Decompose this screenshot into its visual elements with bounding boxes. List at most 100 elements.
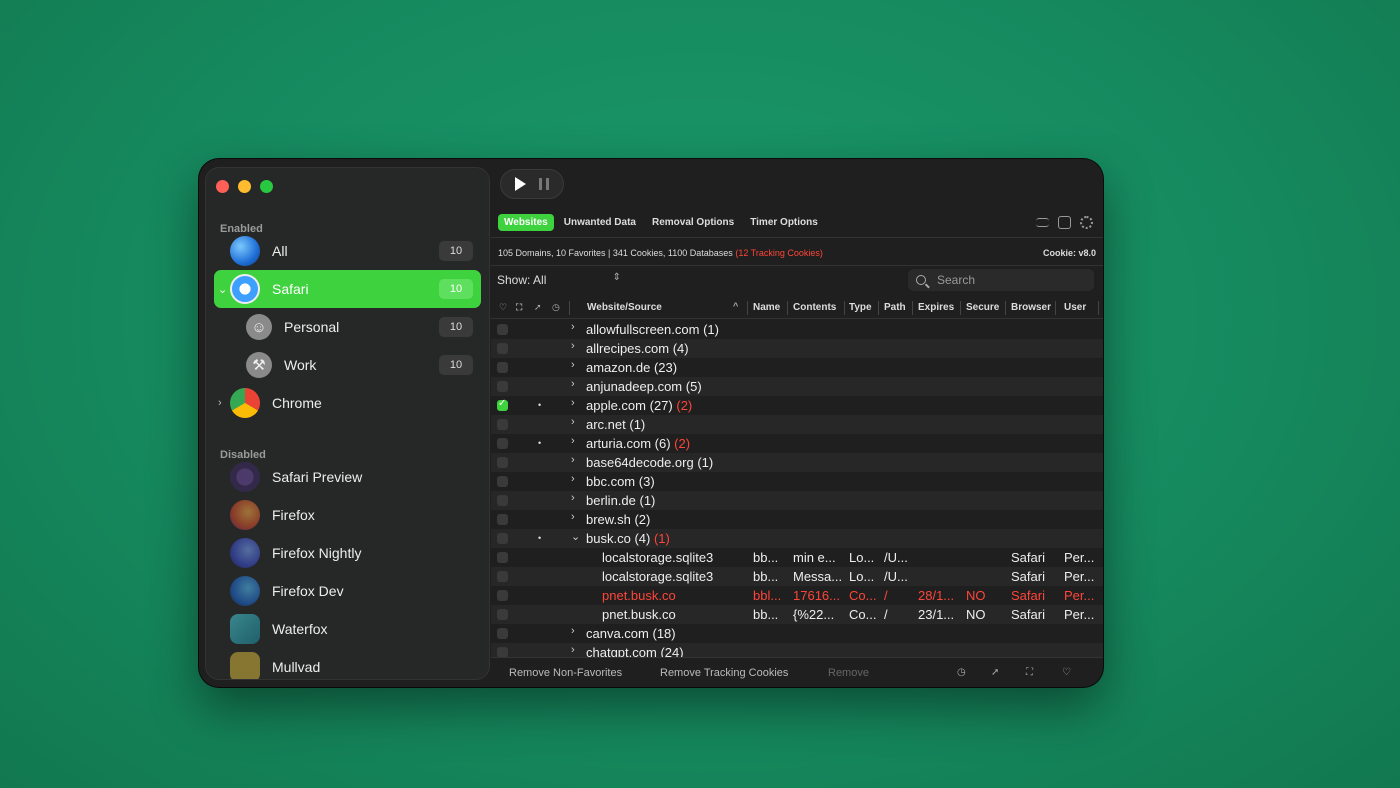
chevron-down-icon[interactable]: ⌄ <box>571 530 580 543</box>
table-row[interactable]: › brew.sh (2) <box>491 510 1103 529</box>
column-path[interactable]: Path <box>884 302 906 313</box>
clock-icon[interactable]: ◷ <box>957 667 966 678</box>
favorite-checkbox[interactable] <box>497 343 508 354</box>
column-name[interactable]: Name <box>753 302 780 313</box>
sidebar-item-firefox-nightly[interactable]: Firefox Nightly <box>214 534 481 572</box>
favorite-checkbox[interactable] <box>497 552 508 563</box>
sidebar-item-safari[interactable]: ⌄ Safari 10 <box>214 270 481 308</box>
favorite-checkbox[interactable] <box>497 457 508 468</box>
favorite-checkbox[interactable] <box>497 324 508 335</box>
favorite-checkbox[interactable] <box>497 609 508 620</box>
sidebar-toggle-icon[interactable] <box>1058 216 1071 229</box>
gear-icon[interactable] <box>1080 216 1093 229</box>
table-row[interactable]: › amazon.de (23) <box>491 358 1103 377</box>
chevron-right-icon[interactable]: › <box>571 511 575 523</box>
column-contents[interactable]: Contents <box>793 302 836 313</box>
scan-icon[interactable]: ⛶ <box>1026 667 1033 678</box>
table-row[interactable]: pnet.busk.co bbl... 17616... Co... / 28/1... N… <box>491 586 1103 605</box>
table-row[interactable]: › canva.com (18) <box>491 624 1103 643</box>
zoom-window-button[interactable] <box>260 180 273 193</box>
favorite-checkbox[interactable] <box>497 398 508 411</box>
remove-button[interactable]: Remove <box>828 667 869 679</box>
sidebar-item-mullvad[interactable]: Mullvad <box>214 648 481 679</box>
chevron-right-icon[interactable]: › <box>571 416 575 428</box>
column-user[interactable]: User <box>1064 302 1086 313</box>
show-filter-select[interactable]: Show: All ⇕ <box>497 272 621 287</box>
remove-tracking-cookies-button[interactable]: Remove Tracking Cookies <box>660 667 788 679</box>
table-row[interactable]: › anjunadeep.com (5) <box>491 377 1103 396</box>
location-arrow-icon[interactable]: ➚ <box>534 302 542 313</box>
chevron-right-icon[interactable]: › <box>571 625 575 637</box>
column-secure[interactable]: Secure <box>966 302 999 313</box>
minimize-window-button[interactable] <box>238 180 251 193</box>
search-input[interactable] <box>937 273 1087 287</box>
table-row[interactable]: › arc.net (1) <box>491 415 1103 434</box>
chevron-right-icon[interactable]: › <box>571 435 575 447</box>
disclosure-chevron-icon[interactable]: › <box>218 397 222 409</box>
favorite-checkbox[interactable] <box>497 476 508 487</box>
chevron-right-icon[interactable]: › <box>571 359 575 371</box>
heart-icon[interactable]: ♡ <box>1062 667 1071 678</box>
tab-unwanted-data[interactable]: Unwanted Data <box>558 214 642 231</box>
chevron-right-icon[interactable]: › <box>571 340 575 352</box>
favorite-checkbox[interactable] <box>497 438 508 449</box>
chevron-right-icon[interactable]: › <box>571 492 575 504</box>
column-expires[interactable]: Expires <box>918 302 954 313</box>
stats-summary: 105 Domains, 10 Favorites | 341 Cookies,… <box>498 248 823 258</box>
sidebar-item-chrome[interactable]: › Chrome <box>214 384 481 422</box>
table-row[interactable]: › bbc.com (3) <box>491 472 1103 491</box>
favorite-checkbox[interactable] <box>497 571 508 582</box>
tab-websites[interactable]: Websites <box>498 214 554 231</box>
heart-icon[interactable]: ♡ <box>499 302 507 313</box>
favorite-checkbox[interactable] <box>497 514 508 525</box>
disclosure-chevron-icon[interactable]: ⌄ <box>218 283 227 296</box>
table-row[interactable]: › berlin.de (1) <box>491 491 1103 510</box>
favorite-checkbox[interactable] <box>497 362 508 373</box>
chevron-right-icon[interactable]: › <box>571 644 575 656</box>
table-row[interactable]: localstorage.sqlite3 bb... Messa... Lo... /U… <box>491 567 1103 586</box>
column-browser[interactable]: Browser <box>1011 302 1051 313</box>
chevron-right-icon[interactable]: › <box>571 454 575 466</box>
chevron-right-icon[interactable]: › <box>571 397 575 409</box>
search-box[interactable] <box>908 269 1094 291</box>
chevron-right-icon[interactable]: › <box>571 321 575 333</box>
chevron-right-icon[interactable]: › <box>571 378 575 390</box>
favorite-checkbox[interactable] <box>497 533 508 544</box>
sidebar-item-label: Firefox Nightly <box>272 545 362 561</box>
sidebar-item-work[interactable]: ⚒ Work 10 <box>214 346 481 384</box>
sidebar-item-firefox[interactable]: Firefox <box>214 496 481 534</box>
table-row[interactable]: • ⌄ busk.co (4) (1) <box>491 529 1103 548</box>
tab-removal-options[interactable]: Removal Options <box>646 214 740 231</box>
favorite-checkbox[interactable] <box>497 495 508 506</box>
table-row[interactable]: pnet.busk.co bb... {%22... Co... / 23/1... NO S… <box>491 605 1103 624</box>
favorite-checkbox[interactable] <box>497 419 508 430</box>
remove-non-favorites-button[interactable]: Remove Non-Favorites <box>509 667 622 679</box>
table-row[interactable]: localstorage.sqlite3 bb... min e... Lo... /U… <box>491 548 1103 567</box>
table-row[interactable]: › allowfullscreen.com (1) <box>491 320 1103 339</box>
scan-icon[interactable]: ⛶ <box>516 302 522 313</box>
sidebar-item-all[interactable]: All 10 <box>214 232 481 270</box>
favorite-checkbox[interactable] <box>497 381 508 392</box>
tab-timer-options[interactable]: Timer Options <box>744 214 824 231</box>
sliders-icon[interactable] <box>1036 218 1049 227</box>
close-window-button[interactable] <box>216 180 229 193</box>
sidebar-item-personal[interactable]: ☺ Personal 10 <box>214 308 481 346</box>
sidebar-item-waterfox[interactable]: Waterfox <box>214 610 481 648</box>
location-arrow-icon[interactable]: ➚ <box>991 667 999 678</box>
play-icon[interactable] <box>515 177 527 191</box>
toolbar-icons <box>1036 216 1093 229</box>
favorite-checkbox[interactable] <box>497 628 508 639</box>
table-row[interactable]: • › apple.com (27) (2) <box>491 396 1103 415</box>
table-row[interactable]: › allrecipes.com (4) <box>491 339 1103 358</box>
sidebar-item-firefox-dev[interactable]: Firefox Dev <box>214 572 481 610</box>
table-row[interactable]: • › arturia.com (6) (2) <box>491 434 1103 453</box>
sidebar-item-safari-preview[interactable]: Safari Preview <box>214 458 481 496</box>
table-row[interactable]: › chatgpt.com (24) <box>491 643 1103 658</box>
table-row[interactable]: › base64decode.org (1) <box>491 453 1103 472</box>
pause-icon[interactable] <box>538 178 549 190</box>
column-type[interactable]: Type <box>849 302 872 313</box>
clock-icon[interactable]: ◷ <box>552 302 560 313</box>
chevron-right-icon[interactable]: › <box>571 473 575 485</box>
favorite-checkbox[interactable] <box>497 590 508 601</box>
column-website-source[interactable]: Website/Source <box>587 302 662 313</box>
